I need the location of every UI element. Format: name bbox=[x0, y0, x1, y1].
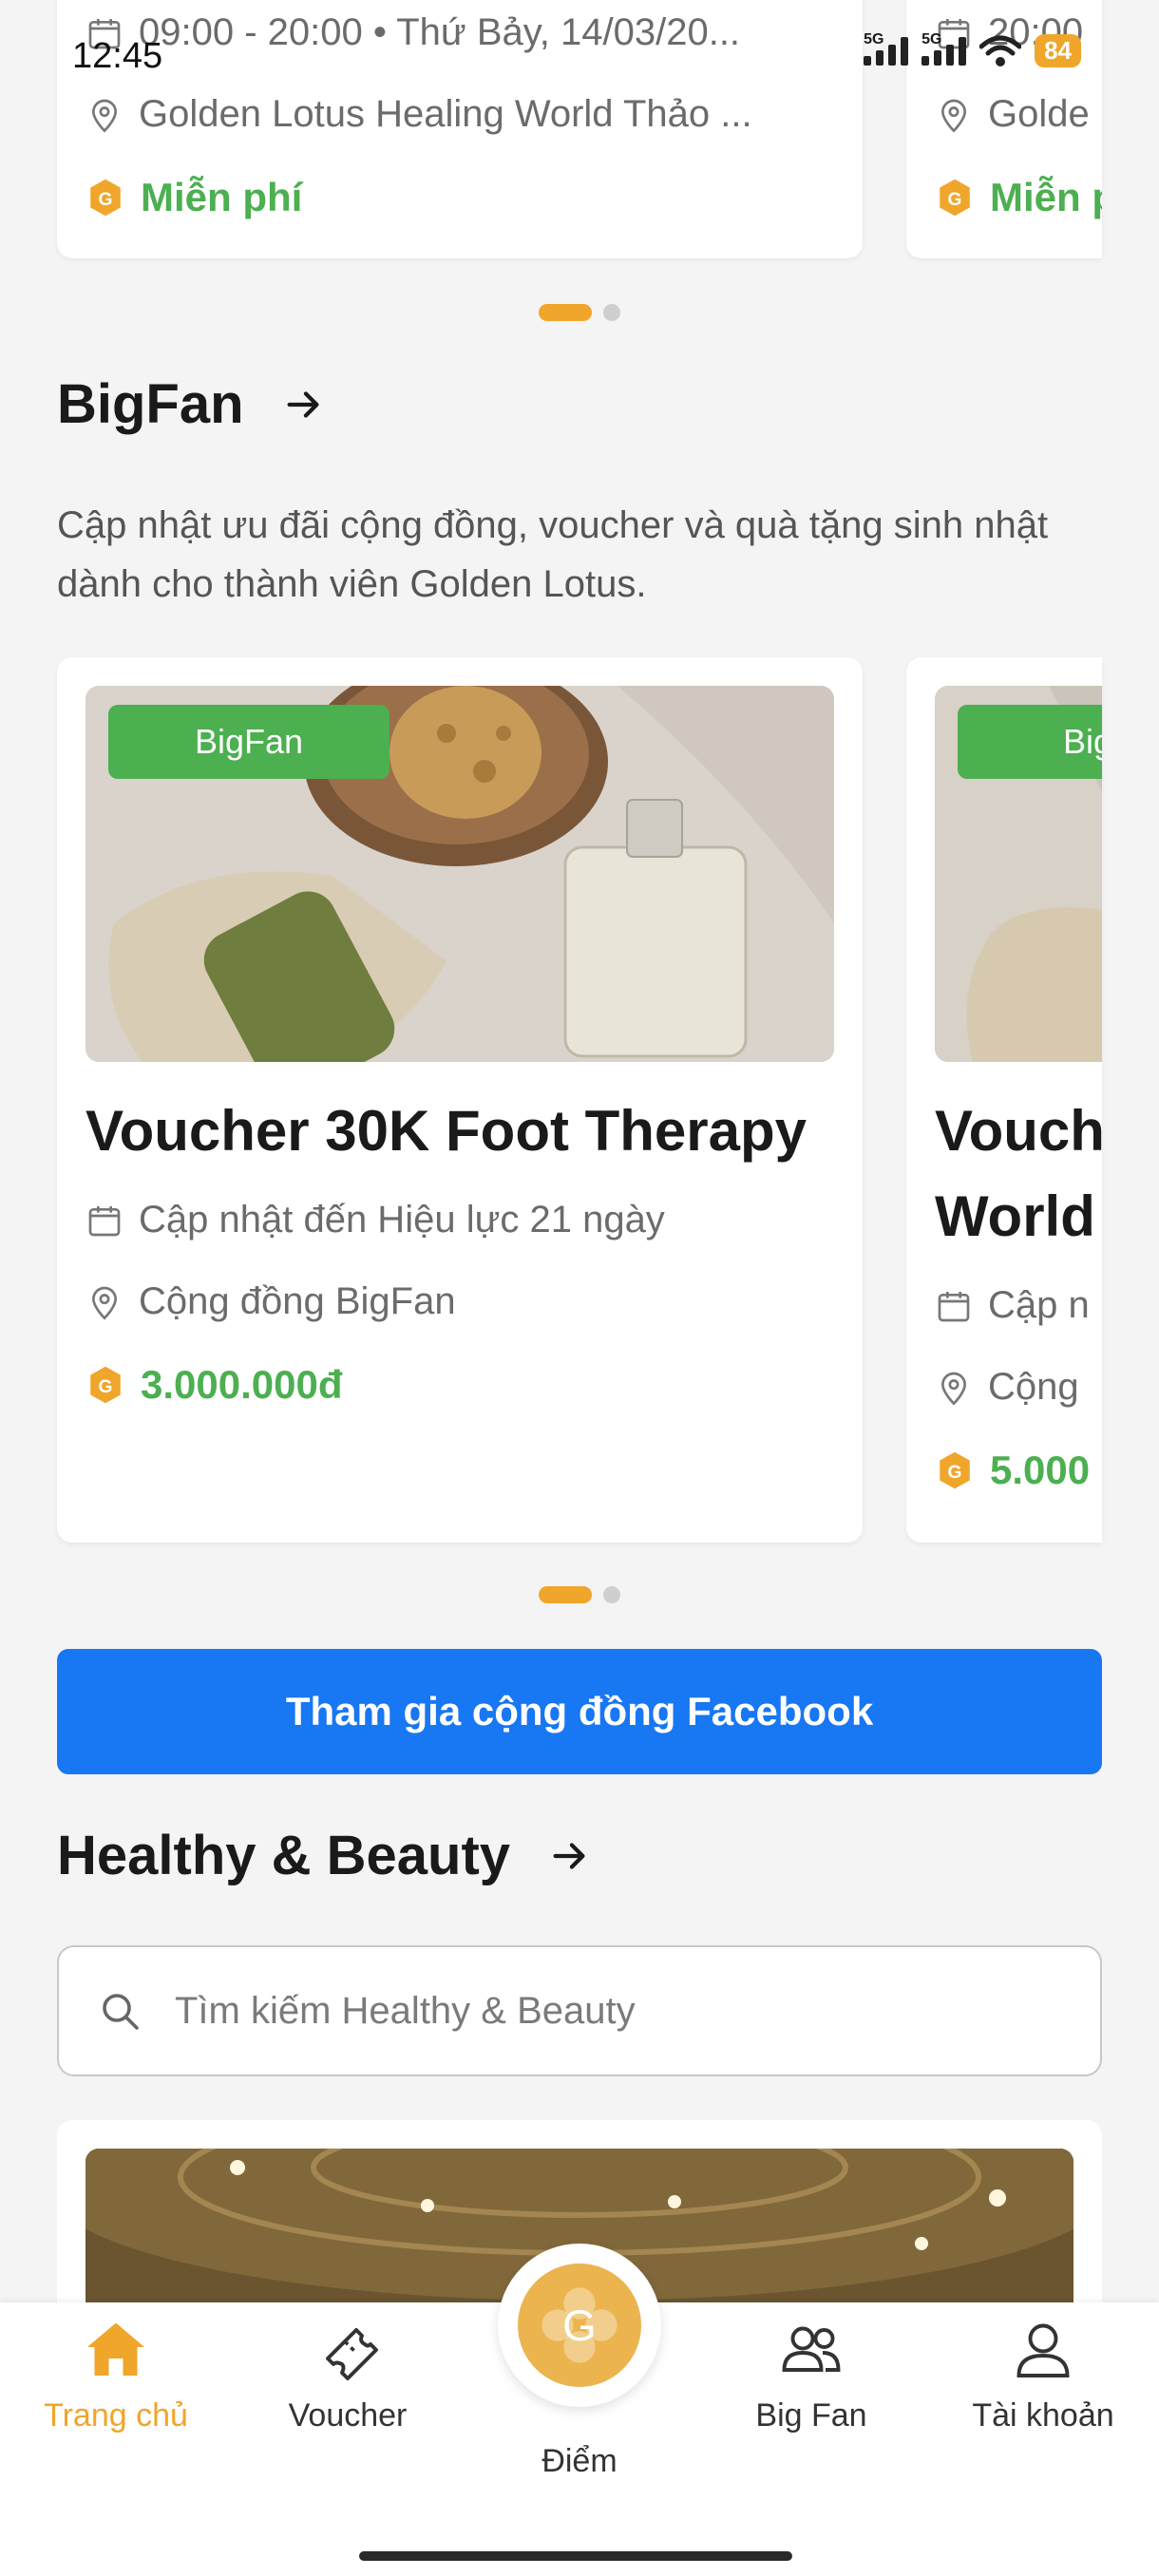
voucher-image: BigF bbox=[935, 686, 1102, 1062]
users-icon bbox=[782, 2326, 841, 2372]
cellular-signal-icon-2: 5G bbox=[922, 31, 967, 66]
bigfan-badge: BigF bbox=[958, 705, 1102, 779]
join-facebook-button[interactable]: Tham gia cộng đồng Facebook bbox=[57, 1649, 1102, 1774]
bottom-navigation: Trang chủ Voucher G Điểm Big Fan Tài kho… bbox=[0, 2244, 1159, 2576]
scroll-content[interactable]: 09:00 - 20:00 • Thứ Bảy, 14/03/20... Gol… bbox=[0, 0, 1159, 2302]
ticket-icon bbox=[326, 2328, 378, 2380]
voucher-validity: Cập n bbox=[988, 1284, 1090, 1326]
nav-points[interactable]: Điểm bbox=[464, 2430, 695, 2480]
voucher-card[interactable]: BigFan Voucher 30K Foot Therapy Cập nhật… bbox=[57, 657, 863, 1543]
account-icon bbox=[1016, 2323, 1070, 2377]
home-icon bbox=[87, 2322, 144, 2376]
voucher-title: Vouch bbox=[935, 1099, 1102, 1163]
voucher-location: Cộng bbox=[988, 1366, 1079, 1408]
voucher-card[interactable]: BigF Vouch World Cập n Cộng G 5.000 bbox=[906, 657, 1102, 1543]
flower-logo-icon: G bbox=[542, 2287, 618, 2363]
event-price: Miễn phí bbox=[141, 175, 303, 219]
calendar-icon bbox=[938, 1291, 970, 1321]
coin-icon: G bbox=[90, 1366, 121, 1404]
svg-text:G: G bbox=[562, 2301, 597, 2350]
status-time: 12:45 bbox=[72, 36, 163, 76]
event-location: Golde bbox=[988, 93, 1090, 135]
voucher-price: 3.000.000đ bbox=[141, 1362, 343, 1407]
carousel-indicator bbox=[0, 304, 1159, 321]
carousel-dot bbox=[603, 1586, 620, 1603]
search-bar[interactable] bbox=[57, 1945, 1102, 2076]
voucher-price: 5.000 bbox=[990, 1448, 1091, 1492]
svg-text:G: G bbox=[948, 190, 962, 210]
points-icon: G bbox=[518, 2263, 641, 2387]
arrow-right-icon[interactable] bbox=[282, 383, 326, 426]
event-price: Miễn p bbox=[990, 175, 1102, 219]
svg-text:G: G bbox=[99, 1377, 113, 1397]
arrow-right-icon[interactable] bbox=[548, 1834, 592, 1878]
svg-text:G: G bbox=[948, 1463, 962, 1483]
cellular-signal-icon: 5G bbox=[864, 31, 909, 66]
voucher-image: BigFan bbox=[86, 686, 834, 1062]
nav-account[interactable]: Tài khoản bbox=[927, 2316, 1159, 2434]
event-time: 09:00 - 20:00 • Thứ Bảy, 14/03/20... bbox=[139, 11, 741, 53]
carousel-indicator bbox=[0, 1586, 1159, 1603]
nav-points-button[interactable]: G bbox=[498, 2244, 661, 2407]
carousel-dot-active bbox=[539, 1586, 592, 1603]
section-title: BigFan bbox=[57, 373, 244, 435]
nav-voucher[interactable]: Voucher bbox=[232, 2316, 464, 2434]
search-input[interactable] bbox=[175, 1989, 1030, 2033]
wifi-icon bbox=[979, 35, 1022, 66]
location-icon bbox=[940, 1372, 967, 1406]
location-icon bbox=[940, 99, 967, 133]
svg-text:G: G bbox=[99, 190, 113, 210]
location-icon bbox=[91, 1286, 118, 1320]
voucher-validity: Cập nhật đến Hiệu lực 21 ngày bbox=[139, 1199, 665, 1241]
event-location: Golden Lotus Healing World Thảo ... bbox=[139, 93, 752, 135]
carousel-dot-active bbox=[539, 304, 592, 321]
location-icon bbox=[91, 99, 118, 133]
home-indicator bbox=[359, 2551, 792, 2561]
coin-icon: G bbox=[940, 1451, 970, 1489]
event-card[interactable]: 09:00 - 20:00 • Thứ Bảy, 14/03/20... Gol… bbox=[57, 0, 863, 258]
search-icon bbox=[103, 1994, 139, 2030]
bigfan-description: Cập nhật ưu đãi cộng đồng, voucher và qu… bbox=[57, 504, 1049, 605]
voucher-title: Voucher 30K Foot Therapy bbox=[86, 1099, 808, 1163]
calendar-icon bbox=[88, 1205, 121, 1236]
nav-home[interactable]: Trang chủ bbox=[0, 2316, 232, 2434]
battery-indicator: 84 bbox=[1035, 34, 1081, 67]
bigfan-section-header[interactable]: BigFan bbox=[57, 372, 326, 436]
voucher-location: Cộng đồng BigFan bbox=[139, 1280, 456, 1322]
healthy-section-header[interactable]: Healthy & Beauty bbox=[57, 1824, 592, 1887]
section-title: Healthy & Beauty bbox=[57, 1825, 511, 1886]
carousel-dot bbox=[603, 304, 620, 321]
bigfan-badge: BigFan bbox=[108, 705, 390, 779]
coin-icon: G bbox=[940, 179, 970, 217]
nav-bigfan[interactable]: Big Fan bbox=[695, 2316, 927, 2434]
voucher-title-line2: World bbox=[935, 1184, 1095, 1248]
coin-icon: G bbox=[90, 179, 121, 217]
status-icons: 5G 5G 84 bbox=[864, 31, 1081, 67]
